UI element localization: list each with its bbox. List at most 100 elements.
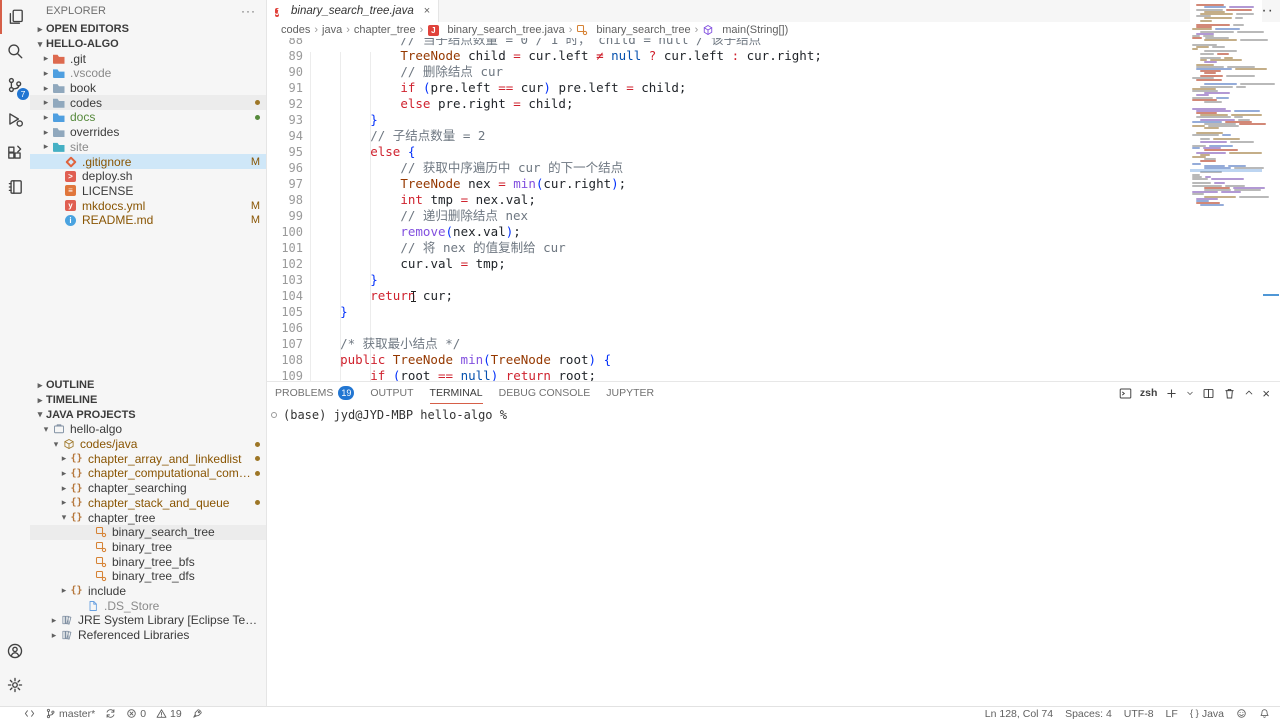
- tree-item-label: binary_tree_bfs: [112, 555, 260, 569]
- tree-item-include[interactable]: ▸{}include: [30, 584, 266, 599]
- section-header-hello-algo[interactable]: ▾HELLO-ALGO: [30, 37, 266, 52]
- tree-item-license[interactable]: ≡LICENSE: [30, 184, 266, 199]
- breadcrumb-item-binary_search_tree[interactable]: binary_search_tree: [576, 24, 690, 36]
- activity-item-accounts[interactable]: [0, 634, 30, 668]
- breadcrumb-item-mainstring[interactable]: main(String[]): [702, 24, 788, 36]
- tree-item-chapter_searching[interactable]: ▸{}chapter_searching: [30, 481, 266, 496]
- status-item-utf-8[interactable]: UTF-8: [1124, 708, 1154, 720]
- status-item-feedback-icon[interactable]: [1236, 708, 1247, 719]
- activity-item-explorer[interactable]: [0, 0, 30, 34]
- tree-item-hello-algo[interactable]: ▾hello-algo: [30, 422, 266, 437]
- minimap-line: [1226, 75, 1255, 77]
- status-item-lf[interactable]: LF: [1166, 708, 1178, 720]
- section-header-timeline[interactable]: ▸TIMELINE: [30, 393, 266, 408]
- tree-item-chapter_array_and_linkedlist[interactable]: ▸{}chapter_array_and_linkedlist: [30, 451, 266, 466]
- minimap-line: [1192, 193, 1204, 195]
- status-item-master[interactable]: master*: [45, 708, 95, 720]
- breadcrumb-item-binary_search_treejava[interactable]: Jbinary_search_tree.java: [427, 24, 564, 36]
- tree-item-chapter_stack_and_queue[interactable]: ▸{}chapter_stack_and_queue: [30, 496, 266, 511]
- breadcrumb-item-chapter_tree[interactable]: chapter_tree: [354, 24, 416, 36]
- split-terminal-button[interactable]: [1202, 387, 1215, 400]
- code-line: 101// 将 nex 的值复制给 cur: [267, 240, 1190, 256]
- tree-item-binary_search_tree[interactable]: binary_search_tree: [30, 525, 266, 540]
- tree-item-label: deploy.sh: [82, 169, 260, 183]
- tree-item-jresystemlibraryeclipsetemurin1717....[interactable]: ▸JRE System Library [Eclipse Temurin 17 …: [30, 613, 266, 628]
- tree-item-binary_tree_dfs[interactable]: binary_tree_dfs: [30, 569, 266, 584]
- code-line: 92else pre.right = child;: [267, 96, 1190, 112]
- tree-item-referencedlibraries[interactable]: ▸Referenced Libraries: [30, 628, 266, 643]
- files-icon: [7, 8, 25, 26]
- activity-item-settings[interactable]: [0, 668, 30, 702]
- activity-item-run-debug[interactable]: [0, 102, 30, 136]
- section-header-outline[interactable]: ▸OUTLINE: [30, 378, 266, 393]
- status-item-remote-icon[interactable]: [24, 708, 35, 719]
- folder-icon: [52, 141, 65, 152]
- tree-item-codes[interactable]: ▸codes: [30, 95, 266, 110]
- section-label: OUTLINE: [46, 379, 260, 391]
- tree-item-mkdocs.yml[interactable]: ymkdocs.ymlM: [30, 198, 266, 213]
- activity-item-extensions[interactable]: [0, 136, 30, 170]
- tree-item-deploy.sh[interactable]: >deploy.sh: [30, 169, 266, 184]
- tree-item-chapter_tree[interactable]: ▾{}chapter_tree: [30, 510, 266, 525]
- panel-tab-debug-console[interactable]: DEBUG CONSOLE: [499, 382, 591, 404]
- text-cursor-icon: [413, 291, 414, 302]
- status-item-bell-icon[interactable]: [1259, 708, 1270, 719]
- ellipsis-icon[interactable]: ···: [241, 4, 256, 18]
- tree-item-binary_tree[interactable]: binary_tree: [30, 540, 266, 555]
- status-item-19[interactable]: 19: [156, 708, 182, 720]
- status-item-0[interactable]: 0: [126, 708, 146, 720]
- tree-item-.vscode[interactable]: ▸.vscode: [30, 66, 266, 81]
- terminal[interactable]: (base) jyd@JYD-MBP hello-algo %: [267, 408, 1280, 706]
- activity-item-source-control[interactable]: 7: [0, 68, 30, 102]
- new-terminal-button[interactable]: [1165, 387, 1178, 400]
- trash-icon[interactable]: [1223, 387, 1236, 400]
- tree-item-chapter_computational_complexity[interactable]: ▸{}chapter_computational_complexity: [30, 466, 266, 481]
- chevron-down-icon[interactable]: [1186, 389, 1194, 397]
- tree-item-docs[interactable]: ▸docs: [30, 110, 266, 125]
- library-icon: [60, 615, 73, 626]
- line-number: 92: [267, 96, 303, 112]
- section-header-java-projects[interactable]: ▾JAVA PROJECTS: [30, 407, 266, 422]
- status-item-rocket-icon[interactable]: [192, 708, 203, 719]
- code-line: 95else {: [267, 144, 1190, 160]
- activity-item-search[interactable]: [0, 34, 30, 68]
- tree-item-binary_tree_bfs[interactable]: binary_tree_bfs: [30, 554, 266, 569]
- overview-cursor-mark: [1263, 294, 1279, 296]
- panel-tab-terminal[interactable]: TERMINAL: [430, 382, 483, 404]
- close-panel-button[interactable]: ×: [1262, 386, 1270, 401]
- minimap-line: [1236, 86, 1246, 88]
- tab-binary-search-tree[interactable]: J binary_search_tree.java ×: [267, 0, 439, 22]
- tree-item-readme.md[interactable]: iREADME.mdM: [30, 213, 266, 228]
- tree-item-codesjava[interactable]: ▾codes/java: [30, 437, 266, 452]
- tree-item-.ds_store[interactable]: .DS_Store: [30, 598, 266, 613]
- close-icon[interactable]: ×: [424, 5, 430, 17]
- panel-tab-problems[interactable]: PROBLEMS19: [275, 382, 354, 404]
- code-text: if (root == null) return root;: [310, 368, 596, 381]
- code-editor[interactable]: 88// 当子结点数量 = 0 / 1 时， child = null / 该子…: [267, 38, 1190, 381]
- tree-item-overrides[interactable]: ▸overrides: [30, 125, 266, 140]
- tree-item-book[interactable]: ▸book: [30, 81, 266, 96]
- git-status-dot: [255, 456, 260, 461]
- section-header-open-editors[interactable]: ▸OPEN EDITORS: [30, 22, 266, 37]
- tree-item-site[interactable]: ▸site: [30, 140, 266, 155]
- status-item-sync-icon[interactable]: [105, 708, 116, 719]
- status-item-spaces-4[interactable]: Spaces: 4: [1065, 708, 1112, 720]
- status-item-ln-128-col-74[interactable]: Ln 128, Col 74: [985, 708, 1053, 720]
- breadcrumb-item-java[interactable]: java: [322, 24, 342, 36]
- line-number: 100: [267, 224, 303, 240]
- chevron-icon: ▸: [48, 630, 60, 641]
- activity-item-notebook[interactable]: [0, 170, 30, 204]
- maximize-panel-button[interactable]: [1244, 388, 1254, 398]
- panel-tab-jupyter[interactable]: JUPYTER: [606, 382, 654, 404]
- breadcrumb-item-codes[interactable]: codes: [281, 24, 310, 36]
- panel-tab-output[interactable]: OUTPUT: [370, 382, 413, 404]
- minimap[interactable]: [1190, 0, 1262, 381]
- overview-ruler-scrollbar[interactable]: [1262, 0, 1280, 381]
- tree-item-.git[interactable]: ▸.git: [30, 51, 266, 66]
- tree-item-.gitignore[interactable]: .gitignoreM: [30, 154, 266, 169]
- line-number: 105: [267, 304, 303, 320]
- panel-tab-label: OUTPUT: [370, 387, 413, 399]
- tree-item-label: site: [70, 140, 260, 154]
- shell-label[interactable]: zsh: [1140, 387, 1158, 399]
- status-item-java[interactable]: { }Java: [1190, 708, 1224, 720]
